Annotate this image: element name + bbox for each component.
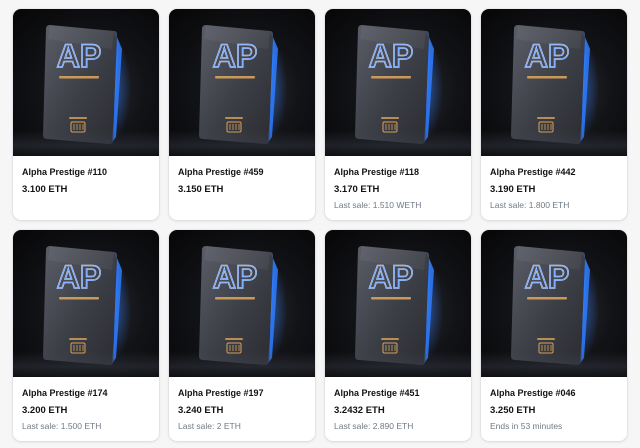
nft-image[interactable]: AP AP	[169, 230, 315, 377]
metal-card-illustration: AP AP	[199, 246, 287, 365]
nft-image[interactable]: AP AP	[169, 9, 315, 156]
nft-name[interactable]: Alpha Prestige #451	[334, 387, 462, 399]
nft-price: 3.200 ETH	[22, 405, 68, 416]
nft-price: 3.100 ETH	[22, 184, 68, 195]
nft-card-info: Alpha Prestige #459 3.150 ETH	[169, 156, 315, 211]
metal-card-illustration: AP AP	[511, 246, 599, 365]
metal-card-illustration: AP AP	[511, 25, 599, 144]
metal-card-illustration: AP AP	[43, 25, 131, 144]
nft-card[interactable]: AP AP Alpha Prestige #118 3.170 ETH Last…	[325, 9, 471, 220]
nft-last-sale: Last sale: 2.890 ETH	[334, 421, 414, 431]
nft-price: 3.170 ETH	[334, 184, 380, 195]
nft-card-info: Alpha Prestige #046 3.250 ETH Ends in 53…	[481, 377, 627, 432]
nft-price: 3.2432 ETH	[334, 405, 385, 416]
nft-name[interactable]: Alpha Prestige #118	[334, 166, 462, 178]
nft-image[interactable]: AP AP	[13, 9, 159, 156]
nft-last-sale: Last sale: 2 ETH	[178, 421, 241, 431]
nft-card-info: Alpha Prestige #451 3.2432 ETH Last sale…	[325, 377, 471, 432]
nft-image[interactable]: AP AP	[325, 9, 471, 156]
metal-card-illustration: AP AP	[43, 246, 131, 365]
nft-name[interactable]: Alpha Prestige #442	[490, 166, 618, 178]
metal-card-illustration: AP AP	[199, 25, 287, 144]
nft-image[interactable]: AP AP	[13, 230, 159, 377]
nft-card[interactable]: AP AP Alpha Prestige #197 3.240 ETH Last…	[169, 230, 315, 441]
metal-card-illustration: AP AP	[355, 25, 443, 144]
nft-name[interactable]: Alpha Prestige #046	[490, 387, 618, 399]
nft-price: 3.240 ETH	[178, 405, 224, 416]
nft-name[interactable]: Alpha Prestige #197	[178, 387, 306, 399]
nft-card-info: Alpha Prestige #442 3.190 ETH Last sale:…	[481, 156, 627, 211]
nft-card-info: Alpha Prestige #110 3.100 ETH	[13, 156, 159, 211]
nft-image[interactable]: AP AP	[325, 230, 471, 377]
nft-price: 3.150 ETH	[178, 184, 224, 195]
nft-last-sale: Last sale: 1.800 ETH	[490, 200, 570, 210]
nft-name[interactable]: Alpha Prestige #110	[22, 166, 150, 178]
nft-card[interactable]: AP AP Alpha Prestige #459 3.150 ETH	[169, 9, 315, 220]
nft-card[interactable]: AP AP Alpha Prestige #110 3.100 ETH	[13, 9, 159, 220]
nft-ends-in: Ends in 53 minutes	[490, 421, 563, 431]
nft-image[interactable]: AP AP	[481, 9, 627, 156]
nft-grid: AP AP Alpha Prestige #110 3.100 ETH AP A…	[13, 9, 627, 441]
nft-price: 3.250 ETH	[490, 405, 536, 416]
nft-name[interactable]: Alpha Prestige #174	[22, 387, 150, 399]
nft-last-sale: Last sale: 1.500 ETH	[22, 421, 102, 431]
nft-card[interactable]: AP AP Alpha Prestige #046 3.250 ETH Ends…	[481, 230, 627, 441]
nft-last-sale	[22, 200, 150, 211]
nft-last-sale: Last sale: 1.510 WETH	[334, 200, 422, 210]
metal-card-illustration: AP AP	[355, 246, 443, 365]
nft-image[interactable]: AP AP	[481, 230, 627, 377]
nft-card-info: Alpha Prestige #174 3.200 ETH Last sale:…	[13, 377, 159, 432]
nft-price: 3.190 ETH	[490, 184, 536, 195]
nft-card[interactable]: AP AP Alpha Prestige #442 3.190 ETH Last…	[481, 9, 627, 220]
nft-card-info: Alpha Prestige #118 3.170 ETH Last sale:…	[325, 156, 471, 211]
nft-name[interactable]: Alpha Prestige #459	[178, 166, 306, 178]
nft-card[interactable]: AP AP Alpha Prestige #451 3.2432 ETH Las…	[325, 230, 471, 441]
nft-card[interactable]: AP AP Alpha Prestige #174 3.200 ETH Last…	[13, 230, 159, 441]
nft-card-info: Alpha Prestige #197 3.240 ETH Last sale:…	[169, 377, 315, 432]
nft-last-sale	[178, 200, 306, 211]
